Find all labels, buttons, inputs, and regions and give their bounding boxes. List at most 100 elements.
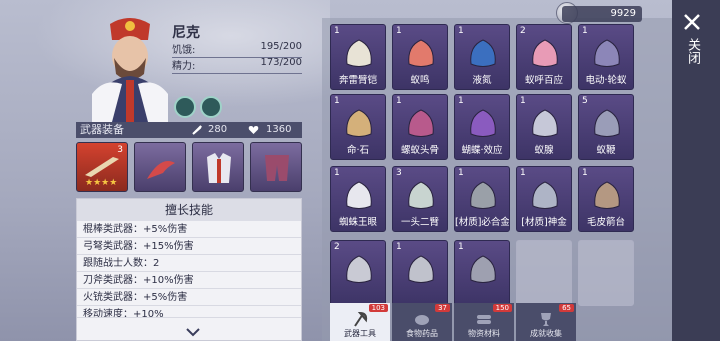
item-icon bbox=[532, 181, 558, 209]
item-slot[interactable]: 1 [材质]必合金 bbox=[454, 166, 510, 232]
item-count: 3 bbox=[396, 168, 402, 178]
tab-label: 食物药品 bbox=[406, 329, 438, 338]
item-icon bbox=[594, 181, 620, 209]
item-label: [材质]必合金 bbox=[455, 217, 509, 228]
skill-row: 弓弩类武器：+15%伤害 bbox=[77, 238, 301, 255]
trophy-icon bbox=[541, 313, 551, 326]
tab-badge: 150 bbox=[492, 304, 512, 312]
item-label: 蜘蛛王眼 bbox=[338, 217, 377, 228]
item-icon bbox=[532, 39, 558, 67]
tab-food-medicine[interactable]: 37 食物药品 bbox=[392, 303, 452, 341]
dragon-staff-icon bbox=[147, 161, 175, 179]
item-count: 1 bbox=[334, 96, 340, 106]
skill-row: 棍棒类武器：+5%伤害 bbox=[77, 221, 301, 238]
item-count: 1 bbox=[396, 242, 402, 252]
item-icon bbox=[408, 255, 434, 283]
tab-label: 武器工具 bbox=[344, 329, 376, 338]
star-rating: ★★★★ bbox=[85, 178, 118, 188]
item-slot[interactable]: 1 电动·轮蚁 bbox=[578, 24, 634, 90]
item-icon bbox=[594, 39, 620, 67]
item-slot[interactable]: 1 [材质]神金 bbox=[516, 166, 572, 232]
item-slot[interactable]: 1 蚁鸣 bbox=[392, 24, 448, 90]
sword-icon bbox=[192, 125, 202, 135]
empty-item-slot[interactable] bbox=[578, 240, 634, 306]
item-count: 2 bbox=[334, 242, 340, 252]
hunger-value: 195/200 bbox=[260, 41, 302, 52]
item-count: 1 bbox=[458, 242, 464, 252]
item-count: 1 bbox=[458, 26, 464, 36]
hero-skill-button-1[interactable] bbox=[174, 96, 196, 118]
axe-icon bbox=[354, 311, 368, 327]
item-icon bbox=[470, 181, 496, 209]
empty-item-slot[interactable] bbox=[516, 240, 572, 306]
item-slot[interactable]: 1 液氮 bbox=[454, 24, 510, 90]
item-slot[interactable]: 1 蜘蛛王眼 bbox=[330, 166, 386, 232]
tab-badge: 65 bbox=[559, 304, 574, 312]
armor-icon bbox=[207, 153, 231, 183]
inventory-screen: { "hero": { "name": "尼克", "hunger_label"… bbox=[0, 0, 720, 341]
equip-slot-4[interactable] bbox=[250, 142, 302, 192]
close-icon[interactable] bbox=[682, 12, 702, 32]
item-label: 液氮 bbox=[472, 75, 492, 86]
item-icon bbox=[594, 109, 620, 137]
item-label: 电动·轮蚁 bbox=[585, 75, 627, 86]
item-count: 1 bbox=[458, 168, 464, 178]
hunger-stat: 饥饿: 195/200 bbox=[172, 41, 302, 58]
item-label: 命·石 bbox=[346, 145, 370, 156]
energy-value: 173/200 bbox=[260, 57, 302, 68]
close-label[interactable]: 关闭 bbox=[682, 38, 702, 64]
skill-row: 移动速度：+10% bbox=[77, 306, 301, 318]
tab-badge: 103 bbox=[368, 304, 388, 312]
item-slot[interactable]: 1 bbox=[392, 240, 448, 306]
item-slot[interactable]: 5 蚁鞭 bbox=[578, 94, 634, 160]
item-count: 1 bbox=[582, 168, 588, 178]
tab-weapons-tools[interactable]: 103 武器工具 bbox=[330, 303, 390, 341]
equip-slot-3[interactable] bbox=[192, 142, 244, 192]
item-count: 1 bbox=[396, 26, 402, 36]
item-icon bbox=[346, 181, 372, 209]
item-label: 蚁腺 bbox=[534, 145, 554, 156]
item-icon bbox=[408, 181, 434, 209]
food-icon bbox=[415, 315, 429, 325]
pants-icon bbox=[265, 155, 289, 181]
item-count: 2 bbox=[520, 26, 526, 36]
weapons-title: 武器装备 bbox=[80, 123, 124, 136]
weapon-icon bbox=[85, 157, 119, 177]
chevron-down-icon[interactable] bbox=[185, 326, 201, 338]
currency-display: 9929 bbox=[562, 6, 642, 22]
tab-materials[interactable]: 150 物资材料 bbox=[454, 303, 514, 341]
item-slot[interactable]: 1 蝴蝶·效应 bbox=[454, 94, 510, 160]
equip-slot-1[interactable]: 3 ★★★★ bbox=[76, 142, 128, 192]
health-value: 1360 bbox=[266, 124, 292, 135]
hero-name: 尼克 bbox=[172, 25, 200, 41]
hunger-label: 饥饿: bbox=[172, 45, 196, 56]
hero-skill-button-2[interactable] bbox=[200, 96, 222, 118]
item-count: 1 bbox=[396, 96, 402, 106]
item-slot[interactable]: 1 奔雷臂铠 bbox=[330, 24, 386, 90]
item-slot[interactable]: 3 一头二臂 bbox=[392, 166, 448, 232]
skills-title: 擅长技能 bbox=[77, 199, 301, 221]
skill-row: 刀斧类武器：+10%伤害 bbox=[77, 272, 301, 289]
item-icon bbox=[346, 109, 372, 137]
item-slot[interactable]: 1 螺蚁头骨 bbox=[392, 94, 448, 160]
item-label: [材质]神金 bbox=[521, 217, 567, 228]
item-slot[interactable]: 1 毛皮箭台 bbox=[578, 166, 634, 232]
item-count: 1 bbox=[334, 26, 340, 36]
skill-row: 火铳类武器：+5%伤害 bbox=[77, 289, 301, 306]
equip-slot-2[interactable] bbox=[134, 142, 186, 192]
tab-label: 物资材料 bbox=[468, 329, 500, 338]
tab-achievements[interactable]: 65 成就收集 bbox=[516, 303, 576, 341]
item-label: 蚁鸣 bbox=[410, 75, 430, 86]
item-slot[interactable]: 2 蚁呼百应 bbox=[516, 24, 572, 90]
item-slot[interactable]: 1 蚁腺 bbox=[516, 94, 572, 160]
item-count: 1 bbox=[334, 168, 340, 178]
attack-value: 280 bbox=[208, 124, 228, 135]
item-count: 1 bbox=[520, 168, 526, 178]
item-icon bbox=[408, 109, 434, 137]
item-icon bbox=[470, 255, 496, 283]
tab-label: 成就收集 bbox=[530, 329, 562, 338]
item-slot[interactable]: 2 bbox=[330, 240, 386, 306]
item-count: 5 bbox=[582, 96, 588, 106]
item-slot[interactable]: 1 bbox=[454, 240, 510, 306]
item-slot[interactable]: 1 命·石 bbox=[330, 94, 386, 160]
